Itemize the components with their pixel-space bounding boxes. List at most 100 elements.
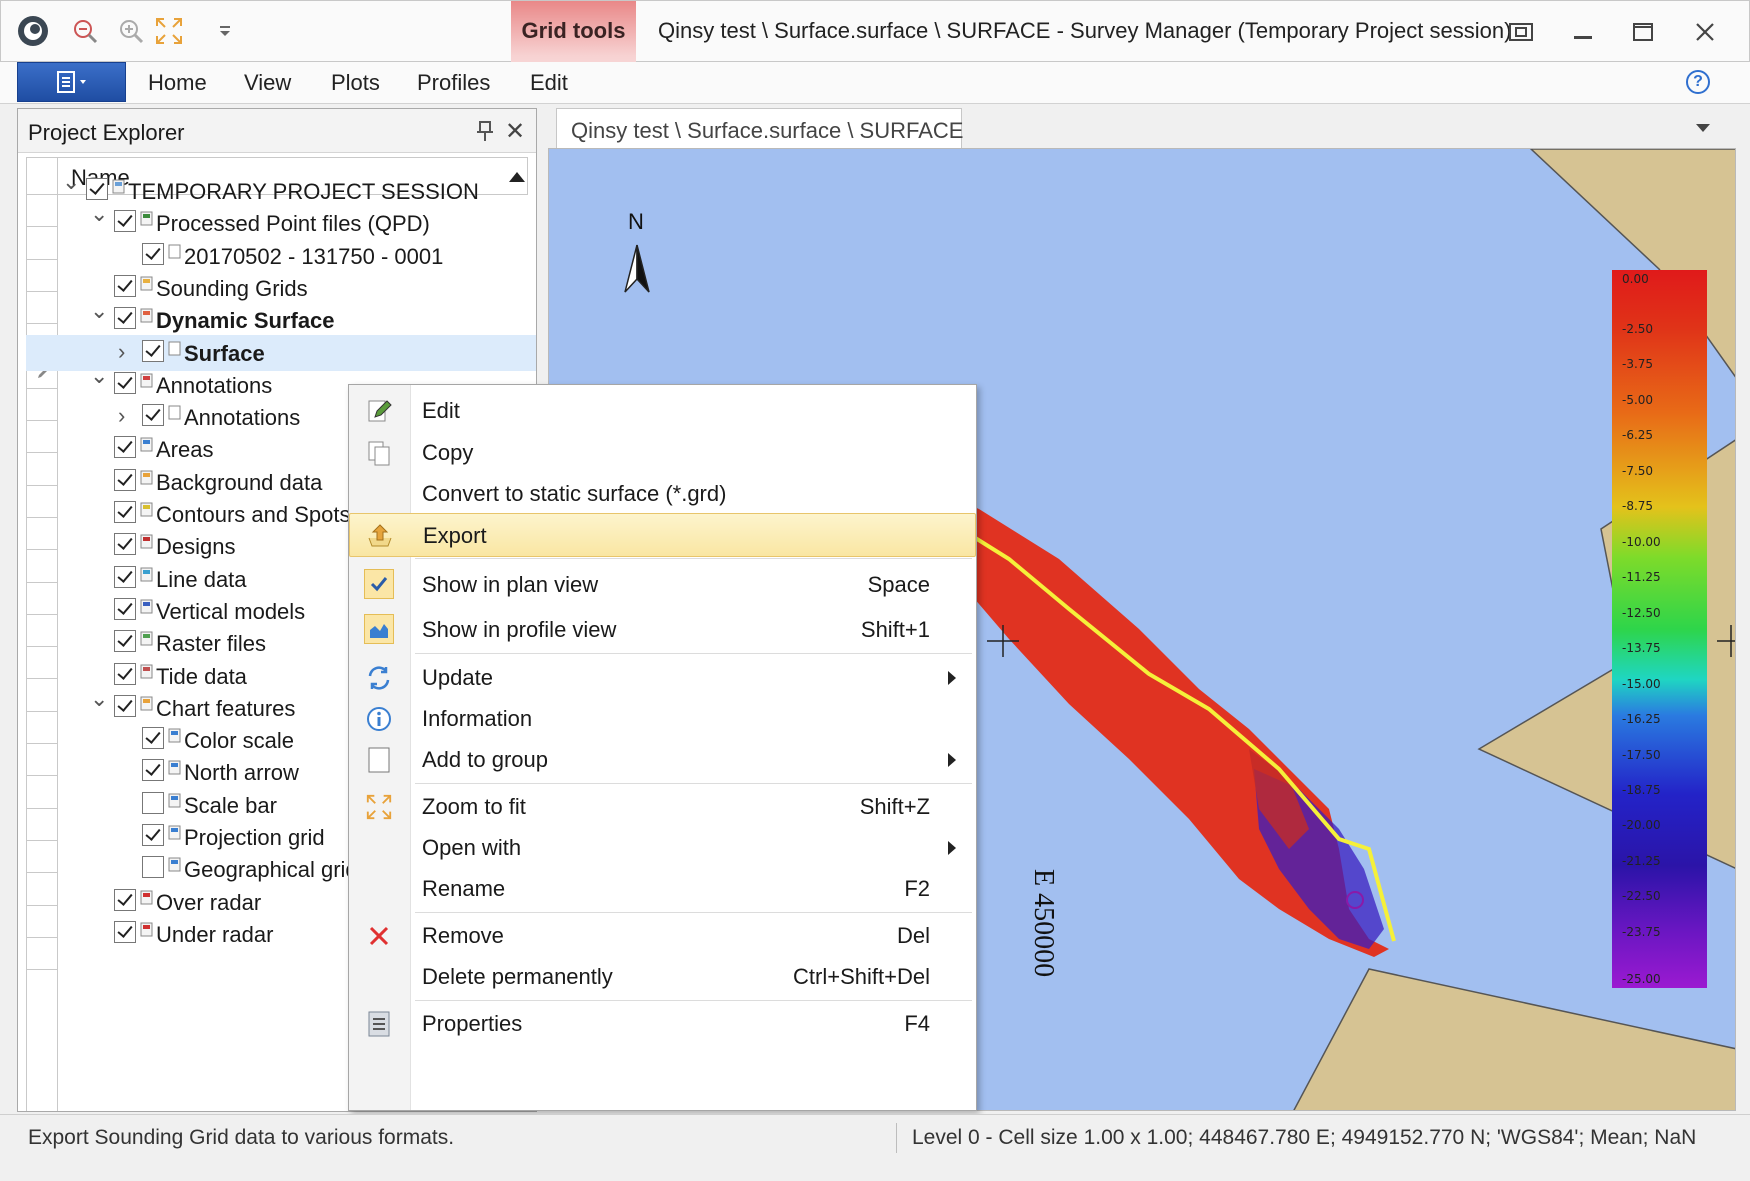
grid-icon: [140, 272, 154, 291]
help-icon[interactable]: ?: [1686, 70, 1710, 94]
visibility-checkbox[interactable]: [114, 274, 136, 297]
menu-item-add-to-group[interactable]: Add to group: [349, 738, 976, 782]
visibility-checkbox[interactable]: [114, 920, 136, 943]
menu-item-convert-static[interactable]: Convert to static surface (*.grd): [349, 472, 976, 516]
menu-item-label: Edit: [422, 398, 460, 423]
title-bar: Grid tools Qinsy test \ Surface.surface …: [0, 0, 1750, 101]
visibility-checkbox[interactable]: [114, 436, 136, 459]
close-window-icon[interactable]: [1685, 15, 1725, 49]
visibility-checkbox[interactable]: [114, 210, 136, 233]
collapse-chevron-icon[interactable]: ⌄: [62, 171, 80, 193]
visibility-checkbox[interactable]: [114, 630, 136, 653]
visibility-checkbox[interactable]: [142, 791, 164, 814]
legend-tick-label: -16.25: [1622, 712, 1661, 727]
visibility-checkbox[interactable]: [114, 565, 136, 588]
visibility-checkbox[interactable]: [114, 662, 136, 685]
menu-item-export[interactable]: Export: [349, 513, 976, 557]
chart-feature-icon: [140, 692, 154, 711]
tab-edit[interactable]: Edit: [530, 70, 568, 96]
expand-chevron-icon[interactable]: ›: [118, 405, 136, 427]
menu-item-label: Rename: [422, 876, 506, 901]
line-icon: [140, 563, 154, 582]
tree-item[interactable]: 20170502 - 131750 - 0001: [26, 238, 536, 274]
visibility-checkbox[interactable]: [142, 856, 164, 879]
close-panel-icon[interactable]: ✕: [505, 117, 525, 146]
menu-item-label: Update: [422, 665, 493, 690]
tree-item[interactable]: ⌄ Dynamic Surface: [26, 300, 536, 338]
collapse-chevron-icon[interactable]: ⌄: [90, 203, 108, 225]
quick-access-dropdown-icon[interactable]: [205, 11, 245, 51]
tree-item-label: North arrow: [184, 760, 299, 786]
maximize-icon[interactable]: [1623, 15, 1663, 49]
expand-chevron-icon[interactable]: ›: [118, 340, 136, 363]
menu-item-label: Properties: [422, 1011, 523, 1036]
tree-item-label: Dynamic Surface: [156, 308, 335, 334]
menu-separator: [415, 912, 972, 913]
tree-item-label: Designs: [156, 534, 236, 560]
properties-icon: [363, 1008, 395, 1040]
restore-layout-icon[interactable]: [1501, 15, 1541, 49]
tree-item[interactable]: ⌄ Processed Point files (QPD): [26, 203, 536, 241]
tree-item-label: Contours and Spots: [156, 502, 351, 527]
menu-item-information[interactable]: Information: [349, 697, 976, 741]
visibility-checkbox[interactable]: [142, 339, 164, 362]
visibility-checkbox[interactable]: [142, 242, 164, 265]
tab-view[interactable]: View: [244, 70, 291, 96]
menu-separator: [415, 558, 972, 559]
menu-item-show-profile-view[interactable]: Show in profile view Shift+1: [349, 607, 976, 651]
menu-item-update[interactable]: Update: [349, 656, 976, 700]
collapse-chevron-icon[interactable]: ⌄: [90, 300, 108, 322]
zoom-out-icon[interactable]: [65, 11, 105, 51]
menu-item-open-with[interactable]: Open with: [349, 826, 976, 870]
color-scale-legend: 0.00 -2.50 -3.75 -5.00 -6.25 -7.50 -8.75 -10.00…: [1612, 270, 1707, 988]
menu-item-label: Copy: [422, 440, 474, 465]
visibility-checkbox[interactable]: [114, 307, 136, 330]
menu-item-edit[interactable]: Edit: [349, 389, 976, 433]
tab-home[interactable]: Home: [148, 70, 207, 96]
visibility-checkbox[interactable]: [142, 404, 164, 427]
menu-item-delete-permanently[interactable]: Delete permanently Ctrl+Shift+Del: [349, 955, 976, 999]
file-icon: [168, 240, 182, 259]
application-menu-button[interactable]: [17, 62, 126, 102]
tree-item-label: Geographical grid: [184, 857, 358, 883]
app-logo-icon[interactable]: [13, 11, 53, 51]
tree-item-label: 20170502 - 131750 - 0001: [184, 243, 444, 269]
visibility-checkbox[interactable]: [114, 371, 136, 394]
menu-item-copy[interactable]: Copy: [349, 431, 976, 475]
pin-icon[interactable]: [473, 119, 497, 143]
visibility-checkbox[interactable]: [114, 501, 136, 523]
visibility-checkbox[interactable]: [114, 533, 136, 556]
minimize-icon[interactable]: [1563, 15, 1603, 49]
visibility-checkbox[interactable]: [86, 178, 108, 200]
collapse-chevron-icon[interactable]: ⌄: [90, 364, 108, 387]
visibility-checkbox[interactable]: [142, 759, 164, 782]
visibility-checkbox[interactable]: [114, 694, 136, 717]
submenu-arrow-icon: [948, 753, 956, 767]
visibility-checkbox[interactable]: [142, 727, 164, 750]
design-icon: [140, 530, 154, 549]
menu-item-rename[interactable]: Rename F2: [349, 867, 976, 911]
menu-item-label: Remove: [422, 923, 504, 948]
visibility-checkbox[interactable]: [114, 888, 136, 911]
visibility-checkbox[interactable]: [142, 824, 164, 846]
tree-item-label: Annotations: [184, 405, 301, 431]
tab-plots[interactable]: Plots: [331, 70, 380, 96]
menu-item-remove[interactable]: Remove Del: [349, 914, 976, 958]
tab-surface-document[interactable]: Qinsy test \ Surface.surface \ SURFACE: [556, 108, 963, 149]
menu-item-shortcut: Shift+1: [860, 617, 930, 642]
legend-tick-label: -15.00: [1622, 676, 1661, 691]
menu-item-label: Convert to static surface (*.grd): [422, 481, 727, 506]
zoom-extents-icon[interactable]: [149, 11, 189, 51]
collapse-chevron-icon[interactable]: ⌄: [90, 687, 108, 710]
context-menu: Edit Copy Convert to static surface (*.g…: [348, 384, 977, 1111]
tab-profiles[interactable]: Profiles: [417, 70, 490, 96]
zoom-in-icon[interactable]: [111, 11, 151, 51]
menu-item-zoom-to-fit[interactable]: Zoom to fit Shift+Z: [349, 785, 976, 829]
visibility-checkbox[interactable]: [114, 597, 136, 620]
visibility-checkbox[interactable]: [114, 468, 136, 491]
document-list-dropdown-icon[interactable]: [1696, 124, 1710, 132]
legend-tick-label: -11.25: [1622, 570, 1661, 585]
menu-item-properties[interactable]: Properties F4: [349, 1002, 976, 1046]
menu-item-show-plan-view[interactable]: Show in plan view Space: [349, 562, 976, 606]
tree-item-label: Surface: [184, 340, 265, 366]
